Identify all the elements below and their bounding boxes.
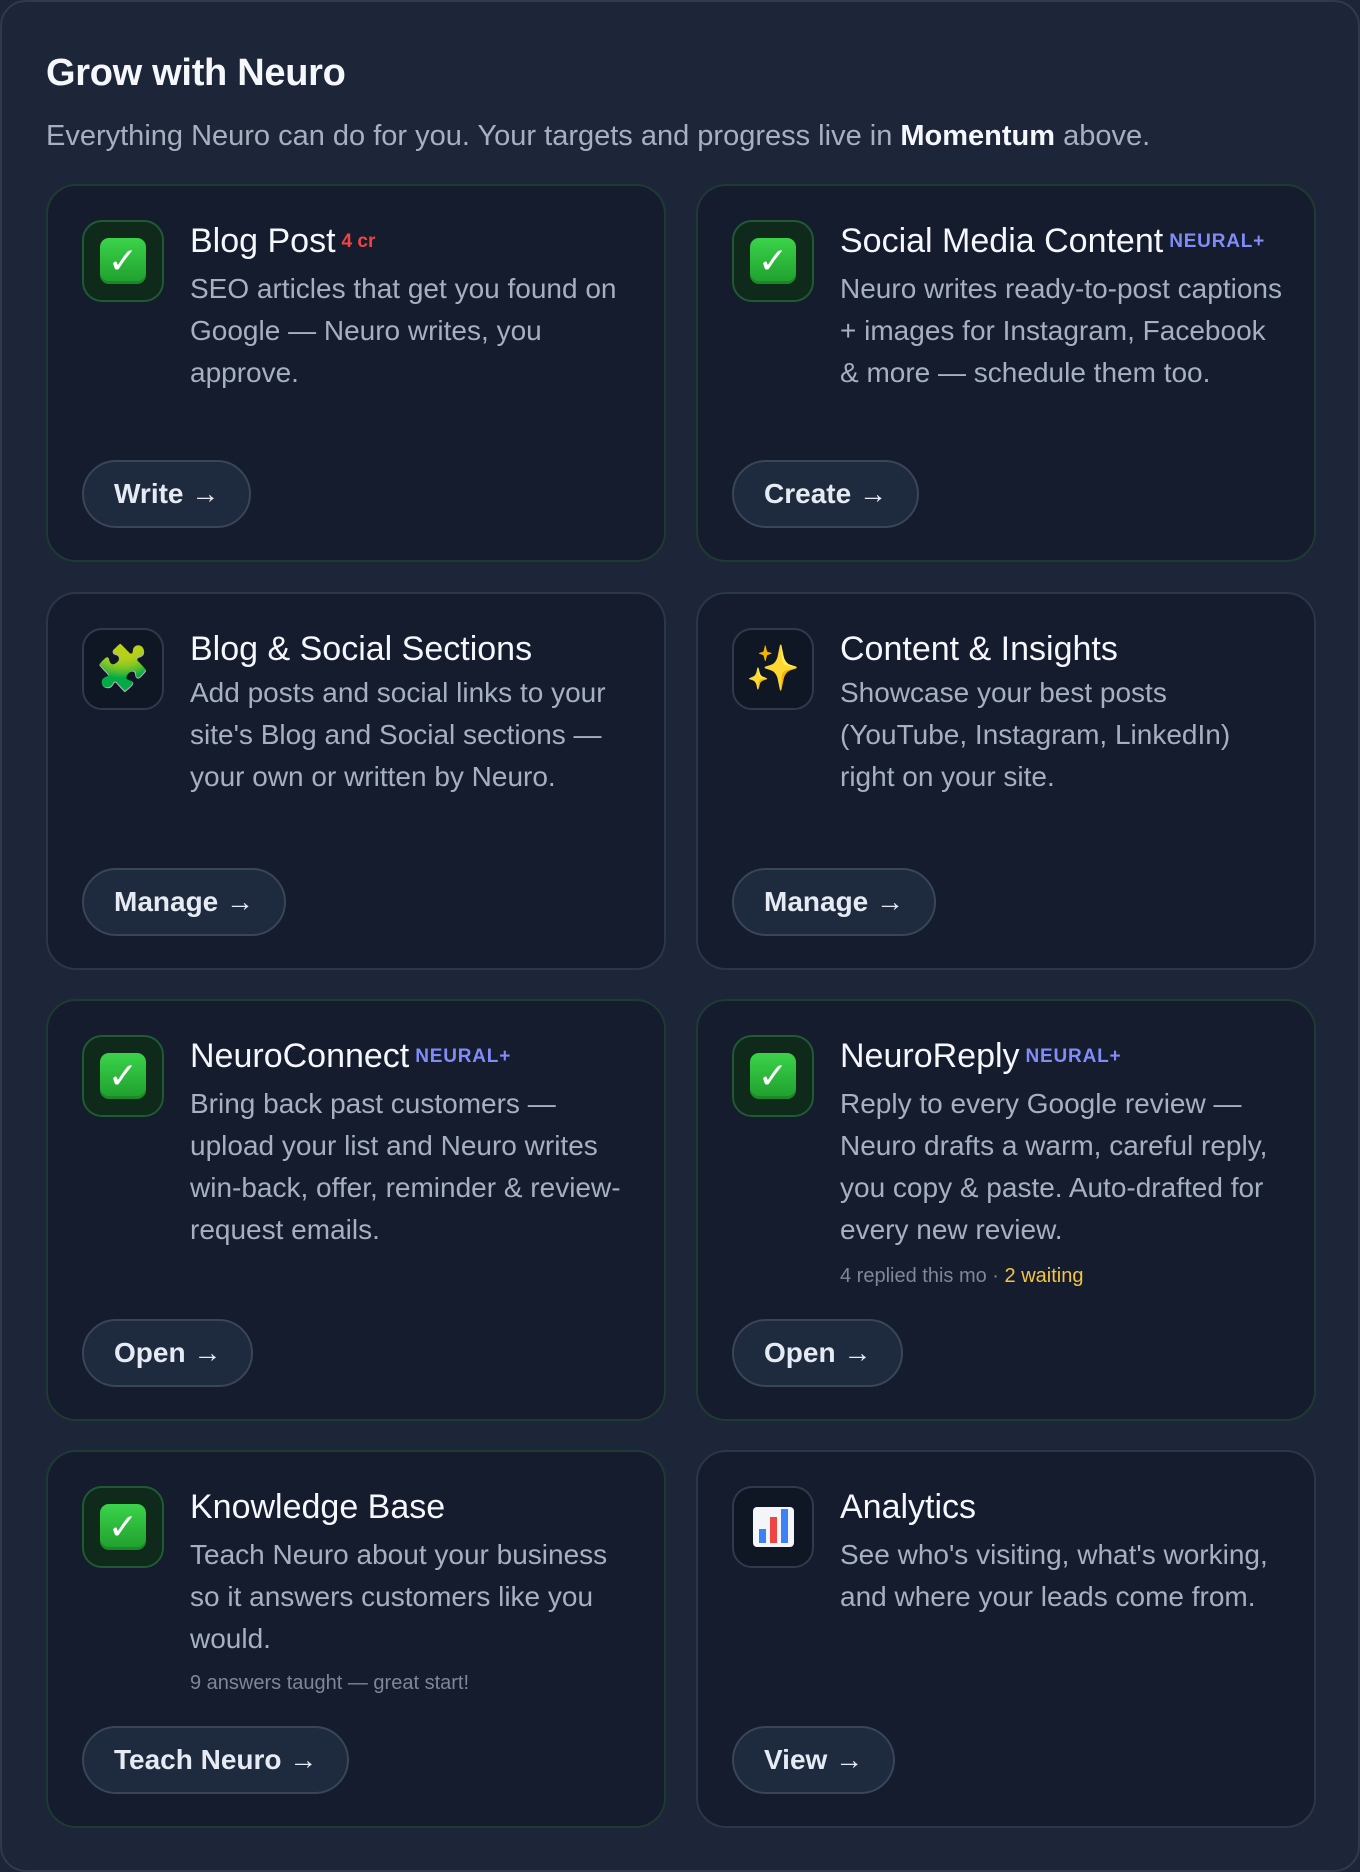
card-title: Content & Insights [840, 630, 1118, 668]
manage-insights-button[interactable]: Manage → [732, 868, 937, 936]
bar-chart-icon [732, 1486, 814, 1568]
card-description: Showcase your best posts (YouTube, Insta… [840, 677, 1231, 792]
sparkle-icon: ✨ [732, 628, 814, 710]
card-title: Analytics [840, 1488, 977, 1526]
view-analytics-button[interactable]: View → [732, 1726, 896, 1794]
card-description: Bring back past customers — upload your … [190, 1088, 621, 1245]
check-icon: ✓ [732, 1035, 814, 1117]
subtitle-prefix: Everything Neuro can do for you. Your ta… [46, 120, 901, 152]
card-description: Reply to every Google review — Neuro dra… [840, 1088, 1268, 1245]
card-title: Blog Post 4 cr [190, 222, 376, 260]
card-title: NeuroConnect NEURAL+ [190, 1037, 512, 1075]
card-blog-post: ✓ Blog Post 4 cr SEO articles that get yo… [46, 184, 666, 562]
card-title: Blog & Social Sections [190, 630, 533, 668]
credit-badge: 4 cr [341, 231, 376, 252]
panel-subtitle: Everything Neuro can do for you. Your ta… [46, 120, 1150, 153]
card-blog-social-sections: 🧩 Blog & Social Sections Add posts and s… [46, 592, 666, 970]
card-description: See who's visiting, what's working, and … [840, 1539, 1268, 1612]
card-social-media-content: ✓ Social Media Content NEURAL+ Neuro writ… [696, 184, 1316, 562]
neural-plus-badge: NEURAL+ [1169, 231, 1266, 252]
momentum-link: Momentum [900, 120, 1056, 152]
card-content-insights: ✨ Content & Insights Showcase your best … [696, 592, 1316, 970]
check-icon: ✓ [82, 220, 164, 302]
card-analytics: Analytics See who's visiting, what's wor… [696, 1450, 1316, 1828]
open-neuroconnect-button[interactable]: Open → [82, 1319, 254, 1387]
manage-sections-button[interactable]: Manage → [82, 868, 287, 936]
card-description: SEO articles that get you found on Googl… [190, 273, 617, 388]
check-icon: ✓ [82, 1035, 164, 1117]
subtitle-suffix: above. [1055, 120, 1151, 152]
panel-title: Grow with Neuro [46, 52, 346, 94]
create-button[interactable]: Create → [732, 460, 919, 528]
card-neuroreply: ✓ NeuroReply NEURAL+ Reply to every Googl… [696, 999, 1316, 1421]
card-description: Teach Neuro about your business so it an… [190, 1539, 608, 1654]
card-title: NeuroReply NEURAL+ [840, 1037, 1122, 1075]
card-title: Knowledge Base [190, 1488, 446, 1526]
card-description: Add posts and social links to your site'… [190, 677, 606, 792]
open-neuroreply-button[interactable]: Open → [732, 1319, 904, 1387]
card-description: Neuro writes ready-to-post captions + im… [840, 273, 1282, 388]
answers-taught-note: 9 answers taught — great start! [190, 1672, 470, 1694]
waiting-count: 2 waiting [1004, 1265, 1084, 1287]
neural-plus-badge: NEURAL+ [1025, 1046, 1122, 1067]
card-neuroconnect: ✓ NeuroConnect NEURAL+ Bring back past cu… [46, 999, 666, 1421]
neural-plus-badge: NEURAL+ [415, 1046, 512, 1067]
puzzle-icon: 🧩 [82, 628, 164, 710]
reply-stats: 4 replied this mo · 2 waiting [840, 1265, 1084, 1287]
check-icon: ✓ [82, 1486, 164, 1568]
teach-neuro-button[interactable]: Teach Neuro → [82, 1726, 350, 1794]
card-knowledge-base: ✓ Knowledge Base Teach Neuro about your … [46, 1450, 666, 1828]
grow-panel: Grow with Neuro Everything Neuro can do … [0, 0, 1360, 1872]
write-button[interactable]: Write → [82, 460, 252, 528]
check-icon: ✓ [732, 220, 814, 302]
card-title: Social Media Content NEURAL+ [840, 222, 1266, 260]
